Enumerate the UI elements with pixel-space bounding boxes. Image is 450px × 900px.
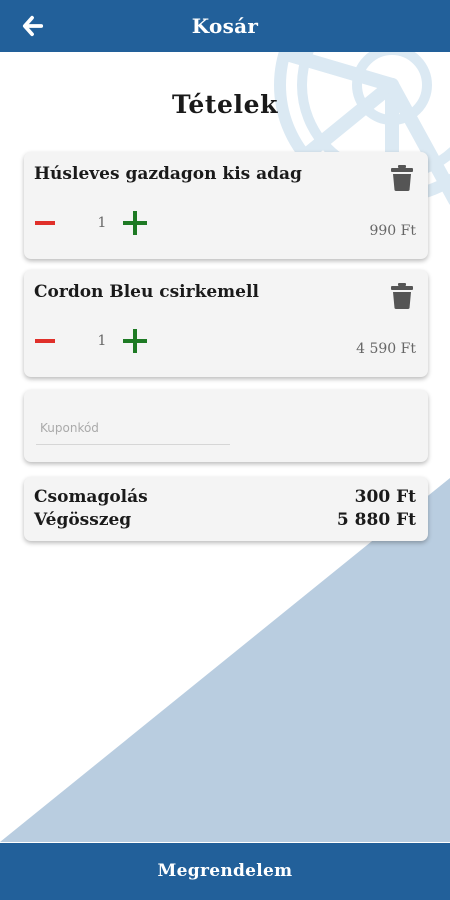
total-value: 5 880 Ft [336, 510, 416, 530]
minus-icon [35, 339, 55, 343]
quantity-value: 1 [97, 215, 107, 231]
plus-icon [123, 329, 147, 353]
place-order-button[interactable]: Megrendelem [0, 843, 450, 900]
cart-item-name: Cordon Bleu csirkemell [34, 282, 259, 302]
coupon-code-input[interactable] [36, 412, 230, 445]
plus-icon [123, 211, 147, 235]
decrease-quantity-button[interactable] [34, 330, 56, 352]
order-summary-card: Csomagolás 300 Ft Végösszeg 5 880 Ft [24, 477, 428, 541]
delete-item-button[interactable] [390, 164, 414, 192]
minus-icon [35, 221, 55, 225]
top-app-bar: Kosár [0, 0, 450, 52]
increase-quantity-button[interactable] [122, 210, 148, 236]
section-title: Tételek [171, 90, 279, 119]
cart-item: Húsleves gazdagon kis adag 1 990 Ft [24, 152, 428, 259]
page-title: Kosár [191, 14, 259, 38]
packaging-value: 300 Ft [354, 487, 416, 507]
delete-item-button[interactable] [390, 282, 414, 310]
cart-item-price: 990 Ft [369, 223, 416, 239]
cart-item-name: Húsleves gazdagon kis adag [34, 164, 302, 184]
total-label: Végösszeg [34, 510, 132, 530]
trash-icon [391, 165, 413, 191]
cart-item-price: 4 590 Ft [356, 341, 416, 357]
cart-item: Cordon Bleu csirkemell 1 4 590 Ft [24, 270, 428, 377]
increase-quantity-button[interactable] [122, 328, 148, 354]
coupon-card [24, 390, 428, 462]
decrease-quantity-button[interactable] [34, 212, 56, 234]
packaging-label: Csomagolás [34, 487, 148, 507]
trash-icon [391, 283, 413, 309]
quantity-value: 1 [97, 333, 107, 349]
